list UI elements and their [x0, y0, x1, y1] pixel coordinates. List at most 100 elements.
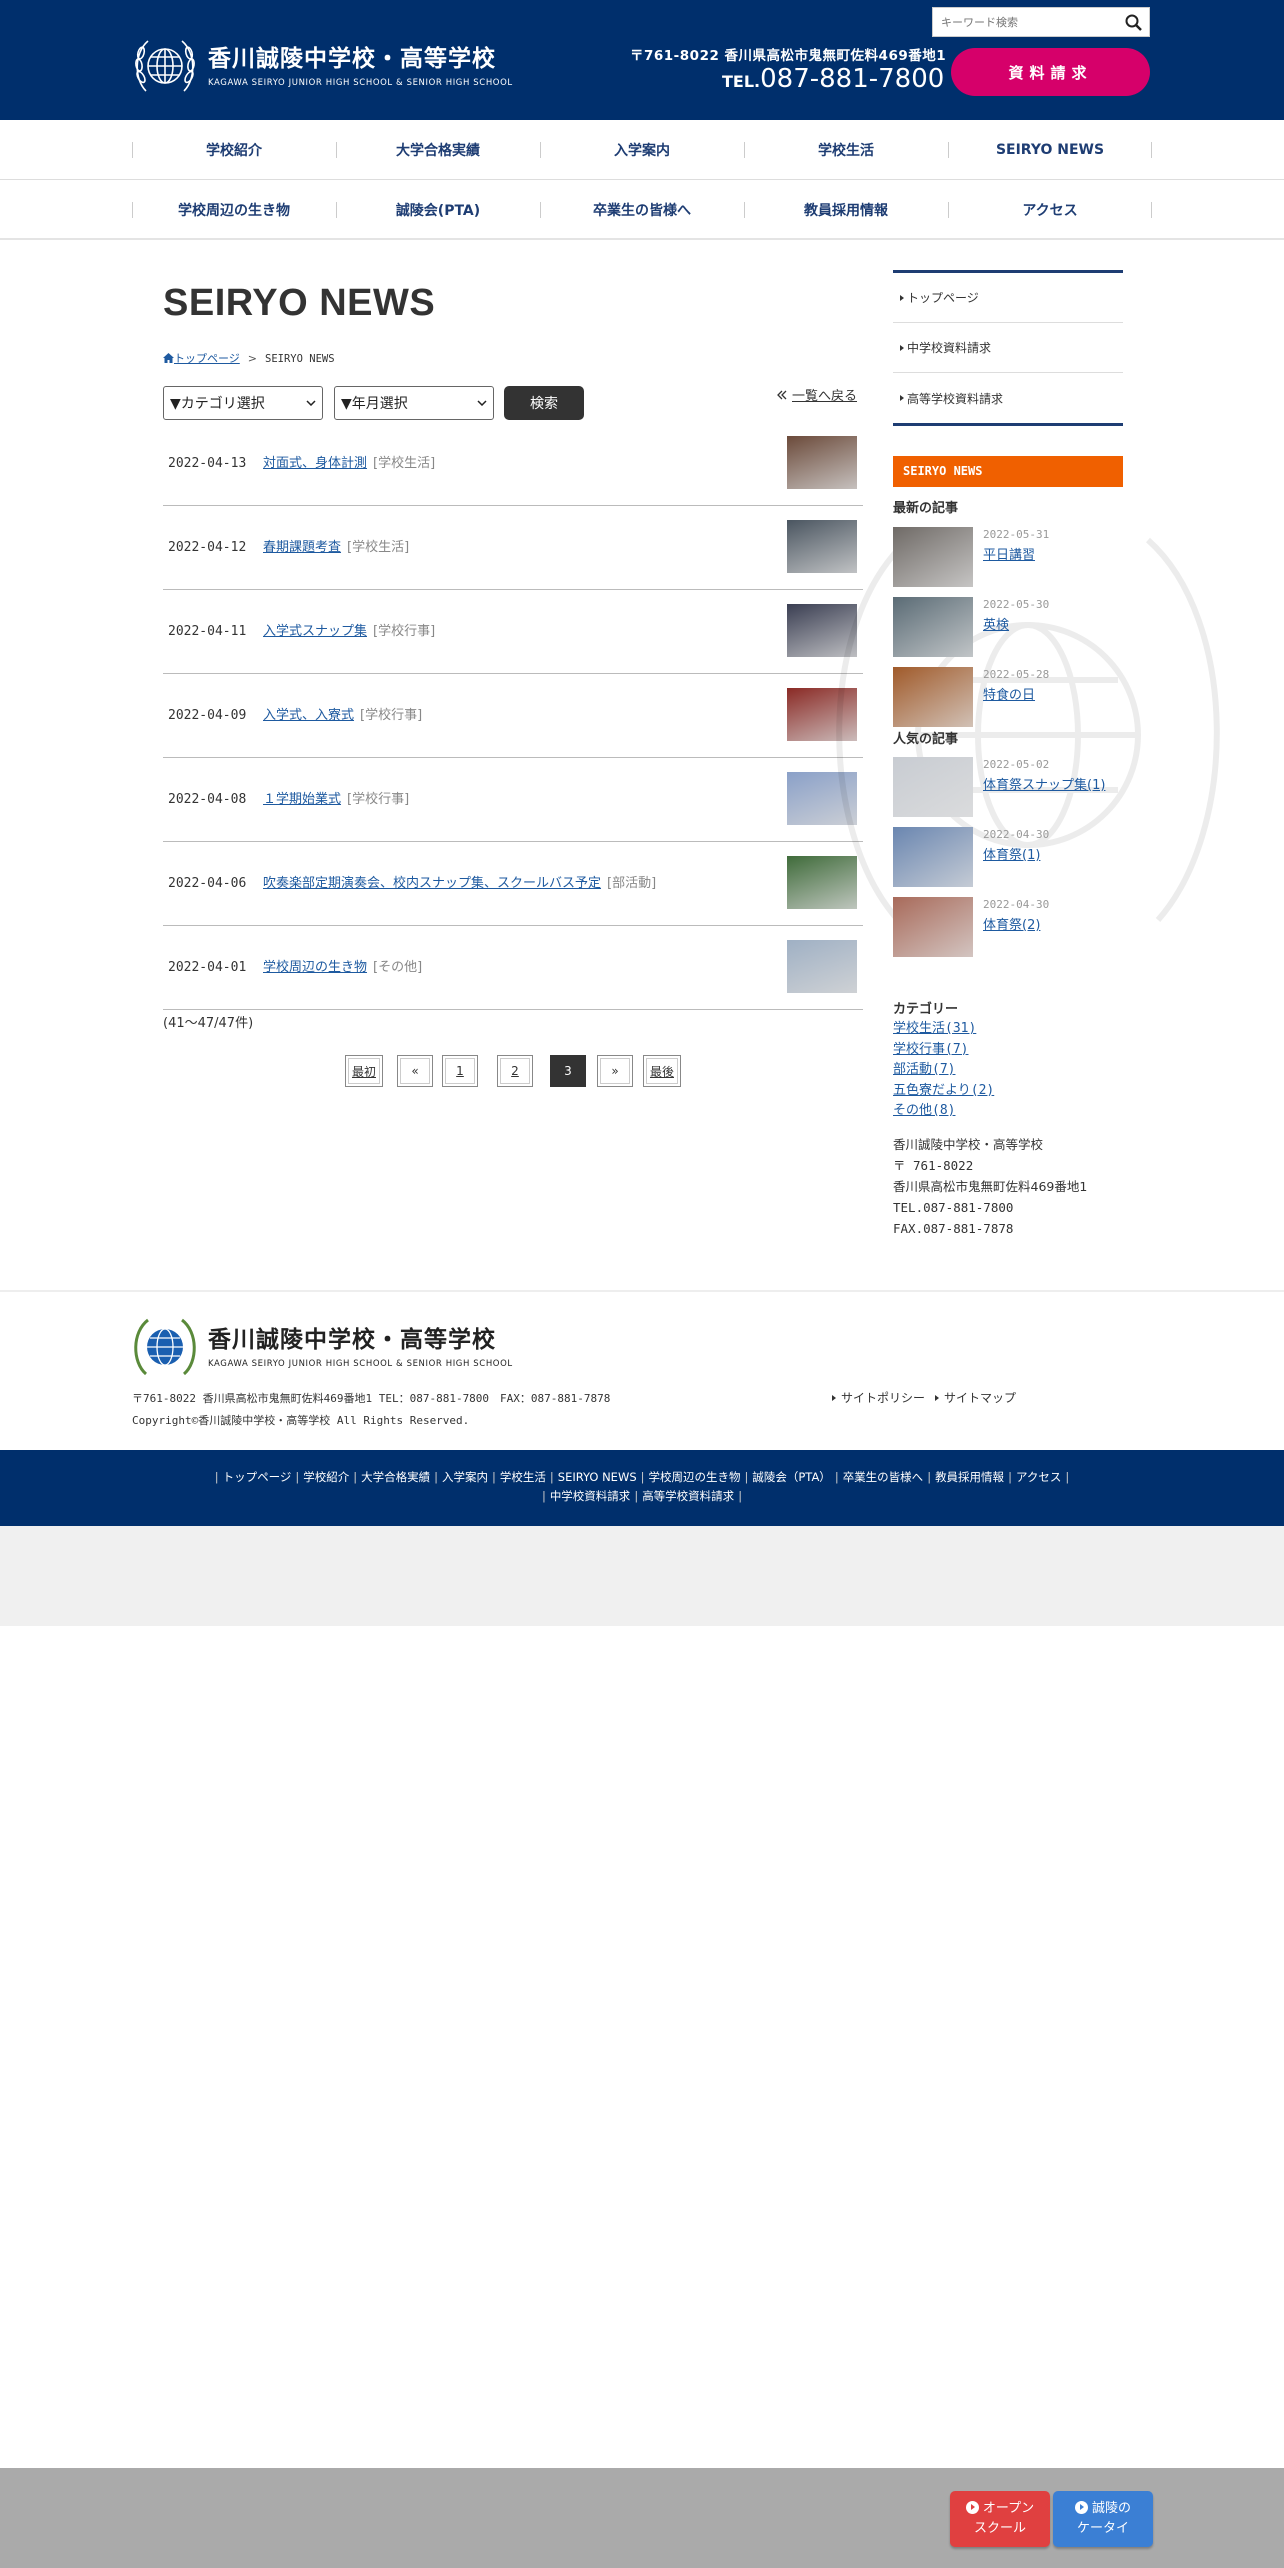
news-row: 2022-04-01 学校周辺の生き物 [その他] — [163, 926, 863, 1010]
side-post-thumbnail[interactable] — [893, 597, 973, 657]
footer-nav-link[interactable]: 高等学校資料請求 — [642, 1489, 734, 1503]
news-title-link[interactable]: １学期始業式 — [263, 792, 341, 807]
side-menu-hs-request[interactable]: 高等学校資料請求 — [893, 373, 1123, 423]
nav-item-seiryo-news[interactable]: SEIRYO NEWS — [948, 120, 1152, 180]
side-post-title-link[interactable]: 特食の日 — [983, 684, 1035, 703]
nav-item-school-life[interactable]: 学校生活 — [744, 120, 948, 180]
nav-item-access[interactable]: アクセス — [948, 180, 1152, 240]
search-input[interactable] — [933, 8, 1113, 36]
mobile-site-button[interactable]: 誠陵の ケータイ — [1053, 2491, 1153, 2547]
side-post-title-link[interactable]: 英検 — [983, 614, 1009, 633]
nav-item-recruitment[interactable]: 教員採用情報 — [744, 180, 948, 240]
news-title-link[interactable]: 春期課題考査 — [263, 540, 341, 555]
footer-logo-subtitle: KAGAWA SEIRYO JUNIOR HIGH SCHOOL & SENIO… — [208, 1359, 513, 1369]
news-category: [学校行事] — [360, 708, 423, 723]
site-logo[interactable]: 香川誠陵中学校・高等学校 KAGAWA SEIRYO JUNIOR HIGH S… — [132, 31, 513, 101]
category-link[interactable]: 学校生活(31) — [893, 1019, 994, 1040]
footer-nav-separator: | — [214, 1470, 219, 1484]
footer-nav-link[interactable]: トップページ — [223, 1470, 292, 1484]
footer-nav-link[interactable]: 教員採用情報 — [935, 1470, 1004, 1484]
news-title-link[interactable]: 対面式、身体計測 — [263, 456, 367, 471]
news-title-link[interactable]: 学校周辺の生き物 — [263, 960, 367, 975]
category-select[interactable]: ▼カテゴリ選択 — [163, 386, 323, 420]
footer-nav-link[interactable]: 誠陵会（PTA） — [752, 1470, 830, 1484]
site-header: 香川誠陵中学校・高等学校 KAGAWA SEIRYO JUNIOR HIGH S… — [0, 0, 1284, 120]
page-button[interactable]: 2 — [497, 1055, 533, 1087]
side-post-thumbnail[interactable] — [893, 527, 973, 587]
footer-nav: | トップページ | 学校紹介 | 大学合格実績 | 入学案内 | 学校生活 | SEIRYO NEW… — [0, 1450, 1284, 1526]
request-materials-button[interactable]: 資料請求 — [951, 48, 1150, 96]
side-post-thumbnail[interactable] — [893, 827, 973, 887]
open-school-line1: オープン — [982, 2501, 1035, 2516]
side-post-thumbnail[interactable] — [893, 757, 973, 817]
category-link[interactable]: その他(8) — [893, 1101, 994, 1122]
news-thumbnail[interactable] — [787, 436, 857, 489]
news-date: 2022-04-13 — [168, 456, 247, 471]
site-policy-link[interactable]: サイトポリシー — [832, 1391, 925, 1405]
side-post: 2022-05-02 体育祭スナップ集(1) — [893, 757, 1133, 817]
footer-nav-link[interactable]: 学校周辺の生き物 — [649, 1470, 741, 1484]
side-post-date: 2022-05-28 — [983, 668, 1050, 681]
news-date: 2022-04-08 — [168, 792, 247, 807]
page-button[interactable]: 最初 — [345, 1055, 383, 1087]
back-to-list-link[interactable]: 一覧へ戻る — [776, 385, 857, 404]
school-emblem-icon — [134, 1318, 196, 1376]
side-post-thumbnail[interactable] — [893, 667, 973, 727]
news-title-link[interactable]: 入学式、入寮式 — [263, 708, 354, 723]
side-post-date: 2022-05-31 — [983, 528, 1050, 541]
footer-nav-separator: | — [738, 1489, 743, 1503]
side-address: 香川誠陵中学校・高等学校 〒 761-8022 香川県高松市鬼無町佐料469番地… — [893, 1134, 1087, 1239]
footer-nav-link[interactable]: アクセス — [1016, 1470, 1061, 1484]
footer-logo[interactable]: 香川誠陵中学校・高等学校 KAGAWA SEIRYO JUNIOR HIGH S… — [132, 1312, 513, 1382]
page-button[interactable]: 最後 — [643, 1055, 681, 1087]
side-post-title-link[interactable]: 体育祭(1) — [983, 844, 1040, 863]
footer-nav-link[interactable]: 学校紹介 — [303, 1470, 349, 1484]
footer-nav-link[interactable]: 学校生活 — [500, 1470, 546, 1484]
footer-nav-link[interactable]: 大学合格実績 — [361, 1470, 430, 1484]
footer-nav-link[interactable]: 中学校資料請求 — [550, 1489, 631, 1503]
nav-item-alumni[interactable]: 卒業生の皆様へ — [540, 180, 744, 240]
footer-nav-link[interactable]: 卒業生の皆様へ — [843, 1470, 924, 1484]
footer-logo-title: 香川誠陵中学校・高等学校 — [208, 1327, 496, 1353]
page-title: SEIRYO NEWS — [163, 282, 436, 324]
logo-subtitle: KAGAWA SEIRYO JUNIOR HIGH SCHOOL & SENIO… — [208, 78, 513, 88]
news-title-link[interactable]: 入学式スナップ集 — [263, 624, 367, 639]
side-post-date: 2022-05-30 — [983, 598, 1050, 611]
footer-nav-link[interactable]: 入学案内 — [442, 1470, 488, 1484]
page-button[interactable]: 1 — [442, 1055, 478, 1087]
breadcrumb: トップページ > SEIRYO NEWS — [163, 350, 335, 366]
nav-item-university-results[interactable]: 大学合格実績 — [336, 120, 540, 180]
footer-nav-separator: | — [492, 1470, 496, 1484]
side-post-title-link[interactable]: 体育祭(2) — [983, 914, 1040, 933]
nav-item-local-wildlife[interactable]: 学校周辺の生き物 — [132, 180, 336, 240]
page-button[interactable]: » — [597, 1055, 633, 1087]
footer-nav-separator: | — [744, 1470, 749, 1484]
news-title-link[interactable]: 吹奏楽部定期演奏会、校内スナップ集、スクールバス予定 — [263, 876, 601, 891]
page-current: 3 — [550, 1055, 586, 1087]
category-link[interactable]: 部活動(7) — [893, 1060, 994, 1081]
arrow-circle-icon — [965, 2501, 979, 2514]
nav-item-school-intro[interactable]: 学校紹介 — [132, 120, 336, 180]
sitemap-link[interactable]: サイトマップ — [935, 1391, 1016, 1405]
latest-posts-heading: 最新の記事 — [893, 501, 959, 516]
side-post-title-link[interactable]: 体育祭スナップ集(1) — [983, 774, 1105, 793]
nav-item-admissions[interactable]: 入学案内 — [540, 120, 744, 180]
category-link[interactable]: 学校行事(7) — [893, 1040, 994, 1061]
open-school-button[interactable]: オープン スクール — [950, 2491, 1050, 2547]
nav-item-pta[interactable]: 誠陵会(PTA) — [336, 180, 540, 240]
month-select[interactable]: ▼年月選択 — [334, 386, 494, 420]
side-street: 香川県高松市鬼無町佐料469番地1 — [893, 1179, 1088, 1194]
side-menu-jhs-request[interactable]: 中学校資料請求 — [893, 323, 1123, 373]
page-button[interactable]: « — [397, 1055, 433, 1087]
footer-nav-link[interactable]: SEIRYO NEWS — [558, 1470, 637, 1484]
side-post-thumbnail[interactable] — [893, 897, 973, 957]
chevron-down-icon — [306, 400, 316, 406]
side-post-title-link[interactable]: 平日講習 — [983, 544, 1035, 563]
category-link[interactable]: 五色寮だより(2) — [893, 1081, 994, 1102]
global-nav-row2: 学校周辺の生き物 誠陵会(PTA) 卒業生の皆様へ 教員採用情報 アクセス — [0, 180, 1284, 240]
filter-search-button[interactable]: 検索 — [504, 386, 584, 420]
side-menu-top[interactable]: トップページ — [893, 273, 1123, 323]
breadcrumb-home-link[interactable]: トップページ — [174, 352, 240, 365]
search-icon[interactable] — [1123, 12, 1145, 34]
arrow-circle-icon — [1074, 2501, 1088, 2514]
